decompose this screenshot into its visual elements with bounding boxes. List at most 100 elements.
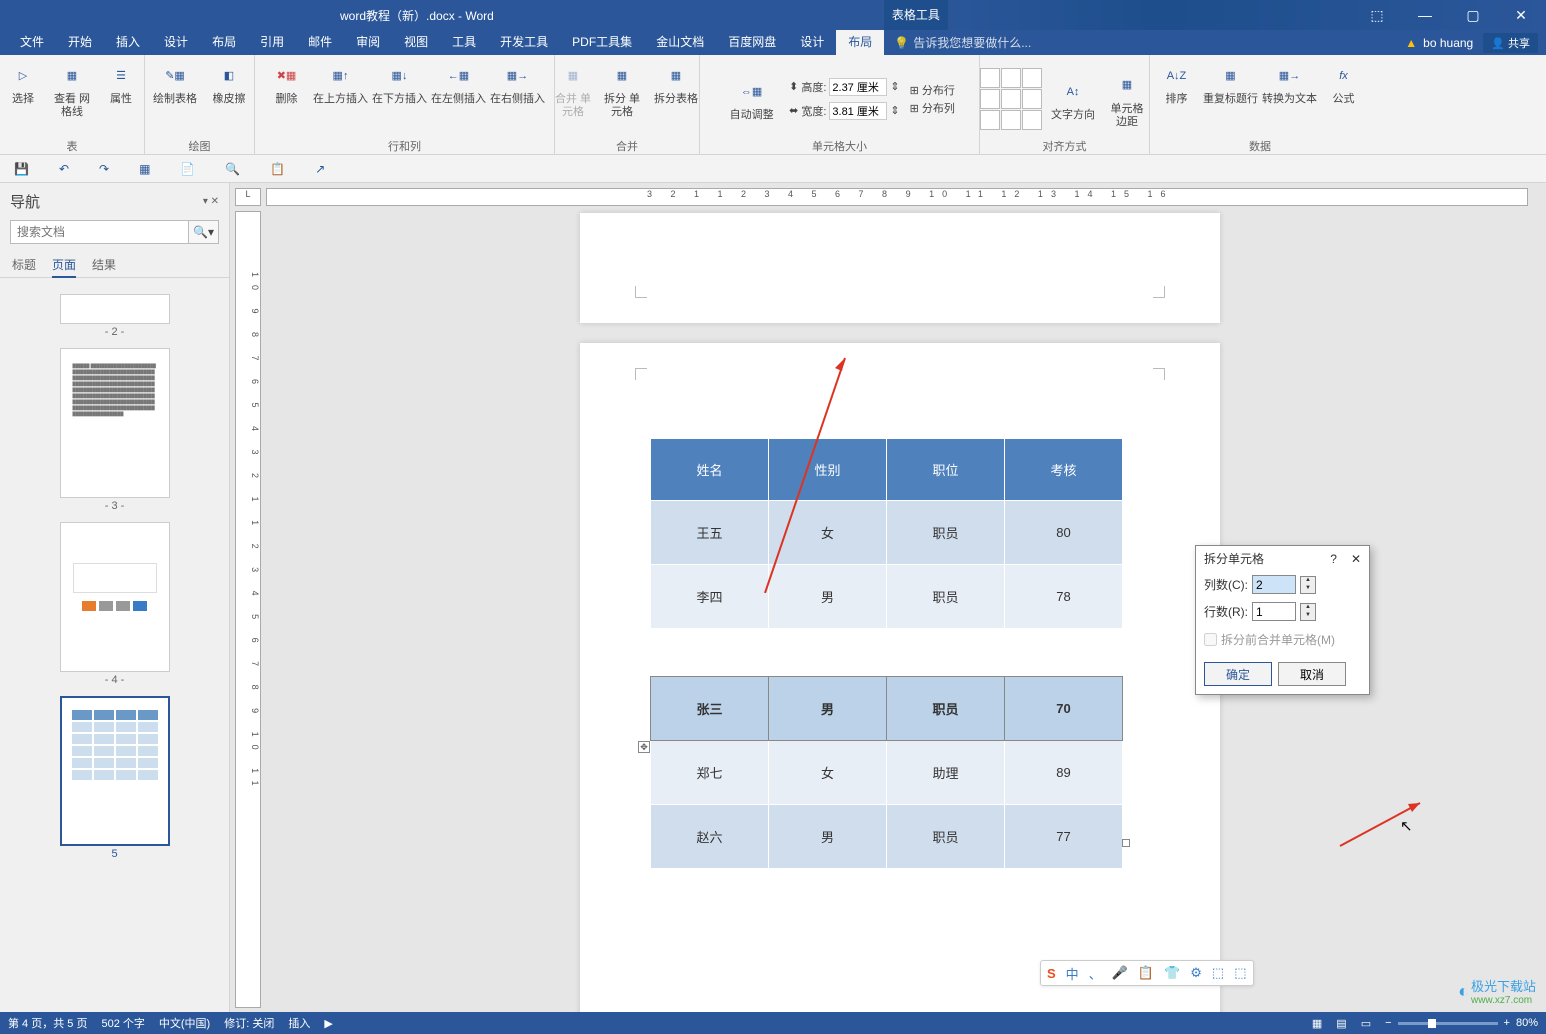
macro-icon[interactable]: ▶ (324, 1017, 332, 1030)
minimize-button[interactable]: — (1410, 7, 1440, 24)
page-thumb-3[interactable]: ██████ █████████████████████████████████… (60, 348, 170, 498)
table-cell[interactable]: 89 (1005, 741, 1123, 805)
ime-keyboard-icon[interactable]: 📋 (1138, 965, 1154, 981)
cell-margins-button[interactable]: ▦单元格 边距 (1105, 69, 1150, 129)
tab-home[interactable]: 开始 (56, 30, 104, 55)
table-cell[interactable]: 78 (1005, 565, 1123, 629)
undo-icon[interactable]: ↶ (59, 162, 69, 176)
ime-tool-icon[interactable]: ⬚ (1234, 965, 1246, 981)
qat-icon[interactable]: ↗ (315, 162, 325, 176)
page-5[interactable]: 姓名 性别 职位 考核 王五女职员80 李四男职员78 张三男职员70 郑七女助… (580, 343, 1220, 1012)
cancel-button[interactable]: 取消 (1278, 662, 1346, 686)
tab-tools[interactable]: 工具 (440, 30, 488, 55)
table-cell-selected[interactable]: 男 (769, 677, 887, 741)
table-cell[interactable]: 男 (769, 805, 887, 869)
search-go-button[interactable]: 🔍▾ (188, 221, 218, 243)
qat-icon[interactable]: 📄 (180, 162, 195, 176)
alignment-grid[interactable] (980, 68, 1042, 130)
status-track[interactable]: 修订: 关闭 (224, 1015, 274, 1031)
distribute-cols-button[interactable]: ⊞ 分布列 (910, 100, 955, 116)
view-read-icon[interactable]: ▦ (1312, 1017, 1322, 1030)
split-cells-button[interactable]: ▦拆分 单元格 (600, 59, 645, 119)
table-cell[interactable]: 助理 (887, 741, 1005, 805)
draw-table-button[interactable]: ✎▦绘制表格 (148, 59, 203, 106)
share-button[interactable]: 👤 共享 (1483, 33, 1538, 53)
nav-pane-menu[interactable]: ▾ ✕ (203, 196, 219, 207)
tab-references[interactable]: 引用 (248, 30, 296, 55)
rows-input[interactable] (1252, 602, 1296, 621)
table-cell[interactable]: 职员 (887, 805, 1005, 869)
table-cell[interactable]: 女 (769, 741, 887, 805)
close-button[interactable]: ✕ (1506, 7, 1536, 24)
page-thumb-2[interactable] (60, 294, 170, 324)
cols-spinner[interactable]: ▲▼ (1300, 576, 1316, 594)
tab-table-design[interactable]: 设计 (788, 30, 836, 55)
table-resize-handle[interactable] (1122, 839, 1130, 847)
tab-table-layout[interactable]: 布局 (836, 30, 884, 55)
select-button[interactable]: ▷选择 (1, 59, 46, 106)
qat-icon[interactable]: 🔍 (225, 162, 240, 176)
tab-design[interactable]: 设计 (152, 30, 200, 55)
table-cell[interactable]: 李四 (651, 565, 769, 629)
rows-spinner[interactable]: ▲▼ (1300, 603, 1316, 621)
ime-mic-icon[interactable]: 🎤 (1112, 965, 1128, 981)
eraser-button[interactable]: ◧橡皮擦 (207, 59, 252, 106)
tab-file[interactable]: 文件 (8, 30, 56, 55)
view-gridlines-button[interactable]: ▦查看 网格线 (50, 59, 95, 119)
nav-tab-headings[interactable]: 标题 (12, 256, 36, 273)
table-cell[interactable]: 职员 (887, 501, 1005, 565)
document-table[interactable]: 姓名 性别 职位 考核 王五女职员80 李四男职员78 张三男职员70 郑七女助… (650, 438, 1123, 869)
ruler-horizontal[interactable]: 3 2 1 1 2 3 4 5 6 7 8 9 10 11 12 13 14 1… (266, 188, 1528, 206)
view-print-icon[interactable]: ▤ (1336, 1017, 1346, 1030)
table-cell[interactable]: 女 (769, 501, 887, 565)
dialog-close-button[interactable]: ✕ (1351, 552, 1361, 566)
tell-me-search[interactable]: 💡 告诉我您想要做什么... (894, 34, 1031, 51)
text-direction-button[interactable]: A↕文字方向 (1046, 75, 1101, 122)
formula-button[interactable]: fx公式 (1321, 59, 1366, 106)
tab-view[interactable]: 视图 (392, 30, 440, 55)
view-web-icon[interactable]: ▭ (1361, 1017, 1371, 1030)
split-table-button[interactable]: ▦拆分表格 (649, 59, 704, 106)
table-cell-selected[interactable]: 职员 (887, 677, 1005, 741)
height-input[interactable] (829, 78, 887, 96)
display-options-button[interactable]: ⬚ (1362, 7, 1392, 24)
insert-left-button[interactable]: ←▦在左侧插入 (431, 59, 486, 106)
tab-pdf[interactable]: PDF工具集 (560, 30, 644, 55)
insert-below-button[interactable]: ▦↓在下方插入 (372, 59, 427, 106)
table-cell[interactable]: 职员 (887, 565, 1005, 629)
ruler-corner[interactable]: L (235, 188, 261, 206)
th-name[interactable]: 姓名 (651, 439, 769, 501)
save-icon[interactable]: 💾 (14, 162, 29, 176)
status-language[interactable]: 中文(中国) (159, 1015, 210, 1031)
ime-settings-icon[interactable]: ⚙ (1190, 965, 1202, 981)
ime-punct[interactable]: 、 (1089, 964, 1102, 983)
table-cell[interactable]: 赵六 (651, 805, 769, 869)
ime-toolbar[interactable]: S 中 、 🎤 📋 👕 ⚙ ⬚ ⬚ (1040, 960, 1254, 986)
ruler-vertical[interactable]: 10 9 8 7 6 5 4 3 2 1 1 2 3 4 5 6 7 8 9 1… (235, 211, 261, 1008)
page-thumb-4[interactable] (60, 522, 170, 672)
table-move-handle[interactable]: ✥ (638, 741, 650, 753)
status-words[interactable]: 502 个字 (101, 1015, 144, 1031)
tab-mailings[interactable]: 邮件 (296, 30, 344, 55)
zoom-level[interactable]: 80% (1516, 1017, 1538, 1029)
cols-input[interactable] (1252, 575, 1296, 594)
sort-button[interactable]: A↓Z排序 (1154, 59, 1199, 106)
nav-search[interactable]: 🔍▾ (10, 220, 219, 244)
properties-button[interactable]: ☰属性 (99, 59, 144, 106)
table-cell-selected[interactable]: 张三 (651, 677, 769, 741)
distribute-rows-button[interactable]: ⊞ 分布行 (910, 82, 955, 98)
th-position[interactable]: 职位 (887, 439, 1005, 501)
ok-button[interactable]: 确定 (1204, 662, 1272, 686)
tab-developer[interactable]: 开发工具 (488, 30, 560, 55)
redo-icon[interactable]: ↷ (99, 162, 109, 176)
tab-baidu[interactable]: 百度网盘 (716, 30, 788, 55)
zoom-slider[interactable] (1398, 1022, 1498, 1025)
qat-icon[interactable]: 📋 (270, 162, 285, 176)
nav-tab-pages[interactable]: 页面 (52, 256, 76, 278)
tab-kingsoft[interactable]: 金山文档 (644, 30, 716, 55)
th-gender[interactable]: 性别 (769, 439, 887, 501)
tab-review[interactable]: 审阅 (344, 30, 392, 55)
page-thumb-5[interactable] (60, 696, 170, 846)
insert-above-button[interactable]: ▦↑在上方插入 (313, 59, 368, 106)
width-input[interactable] (829, 102, 887, 120)
